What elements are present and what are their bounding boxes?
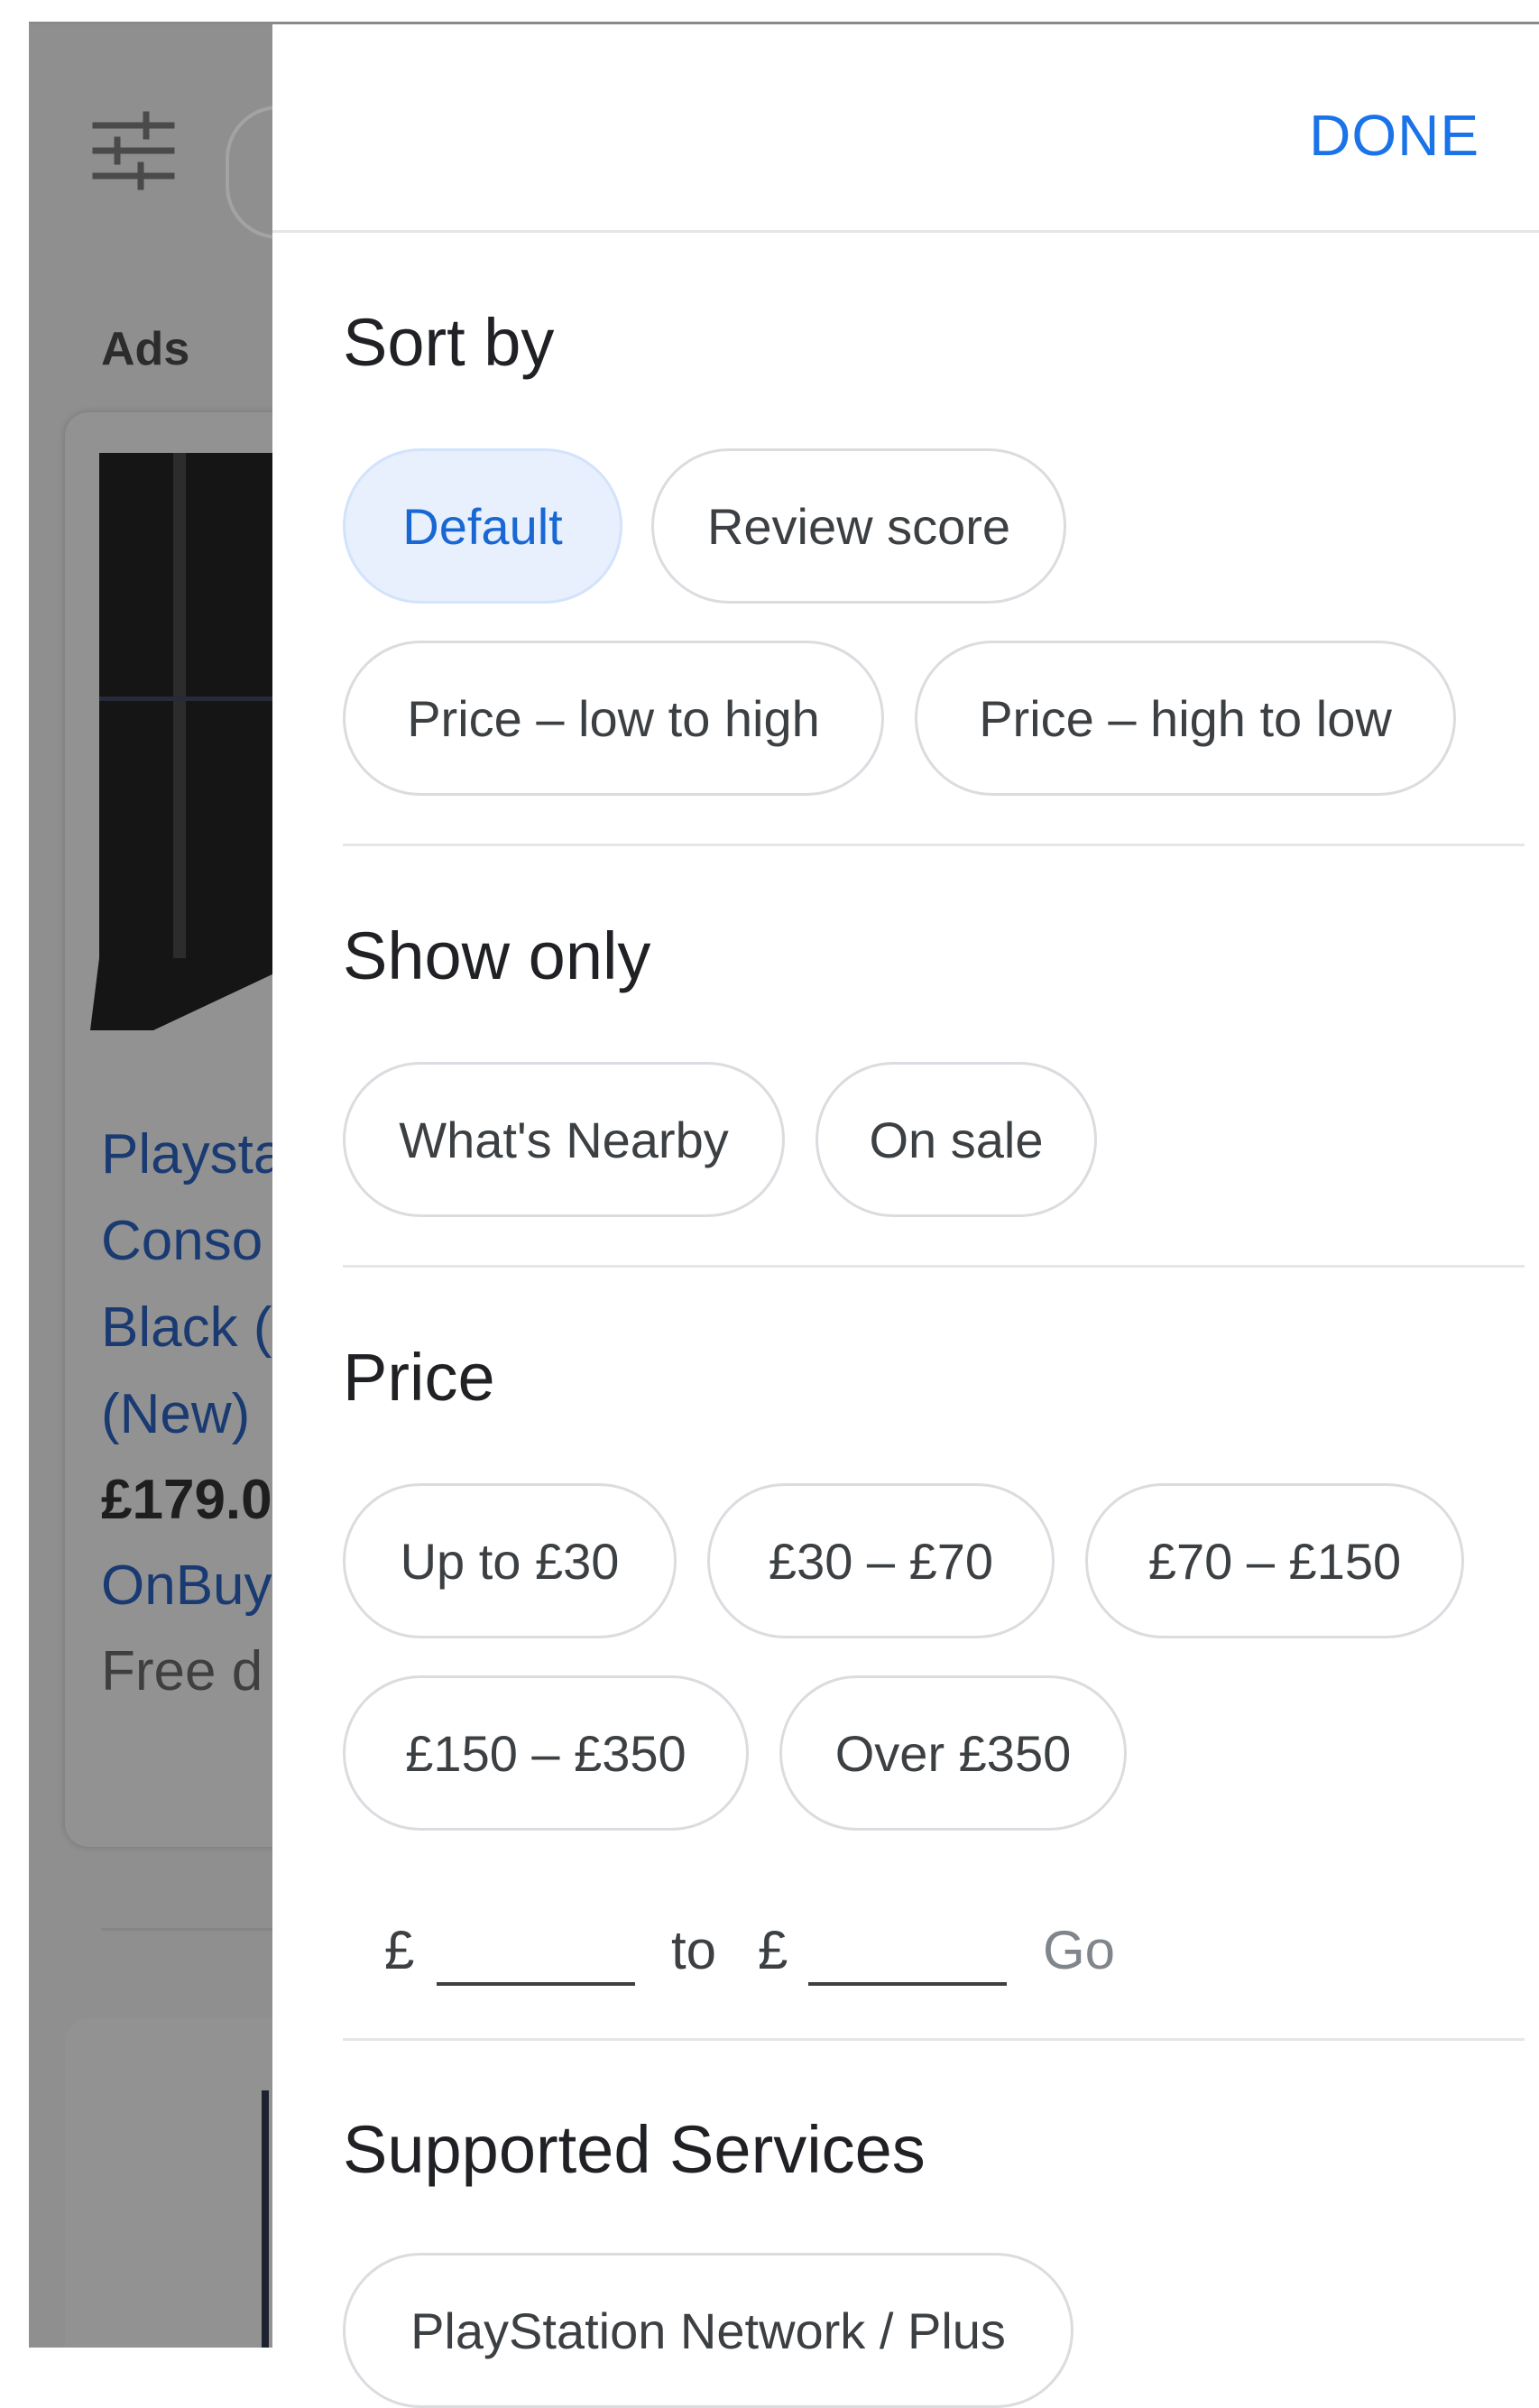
custom-price-range: £ to £ Go: [272, 1883, 1539, 2018]
product-seller-link: OnBuy: [101, 1555, 272, 1617]
range-to-label: to: [671, 1920, 717, 1980]
photo-left-border: [0, 22, 29, 2348]
product-card-2-image-edge: [262, 2090, 269, 2348]
price-chip-up-to-30[interactable]: Up to £30: [343, 1483, 677, 1638]
panel-header: DONE: [272, 24, 1539, 233]
section-divider: [343, 844, 1525, 846]
product-price: £179.0: [101, 1469, 272, 1531]
price-heading: Price: [343, 1340, 495, 1415]
show-only-heading: Show only: [343, 918, 651, 993]
show-only-chip-on-sale[interactable]: On sale: [816, 1062, 1097, 1217]
go-button[interactable]: Go: [1043, 1919, 1115, 1981]
min-price-input[interactable]: [437, 1910, 635, 1986]
sort-chip-price-low-high[interactable]: Price – low to high: [343, 641, 884, 796]
photo-top-border: [0, 0, 1539, 24]
sort-by-heading: Sort by: [343, 305, 555, 380]
price-chip-70-150[interactable]: £70 – £150: [1085, 1483, 1464, 1638]
product-delivery: Free d: [101, 1640, 263, 1702]
currency-symbol-max: £: [758, 1920, 788, 1980]
section-divider: [343, 1265, 1525, 1268]
price-chip-30-70[interactable]: £30 – £70: [707, 1483, 1055, 1638]
currency-symbol-min: £: [384, 1920, 415, 1980]
sort-chip-default[interactable]: Default: [343, 448, 622, 604]
ads-label: Ads: [101, 323, 190, 375]
section-divider: [343, 2038, 1525, 2041]
done-button[interactable]: DONE: [1309, 102, 1479, 169]
sort-chip-price-high-low[interactable]: Price – high to low: [915, 641, 1456, 796]
filter-sliders-icon: [92, 111, 175, 190]
sort-chip-review-score[interactable]: Review score: [651, 448, 1066, 604]
show-only-chip-nearby[interactable]: What's Nearby: [343, 1062, 785, 1217]
service-chip-psn-plus[interactable]: PlayStation Network / Plus: [343, 2253, 1074, 2408]
filter-panel: DONE Sort by Default Review score Price …: [272, 24, 1539, 2408]
supported-services-heading: Supported Services: [343, 2112, 926, 2187]
price-chip-over-350[interactable]: Over £350: [779, 1675, 1127, 1831]
price-chip-150-350[interactable]: £150 – £350: [343, 1675, 749, 1831]
max-price-input[interactable]: [808, 1910, 1007, 1986]
